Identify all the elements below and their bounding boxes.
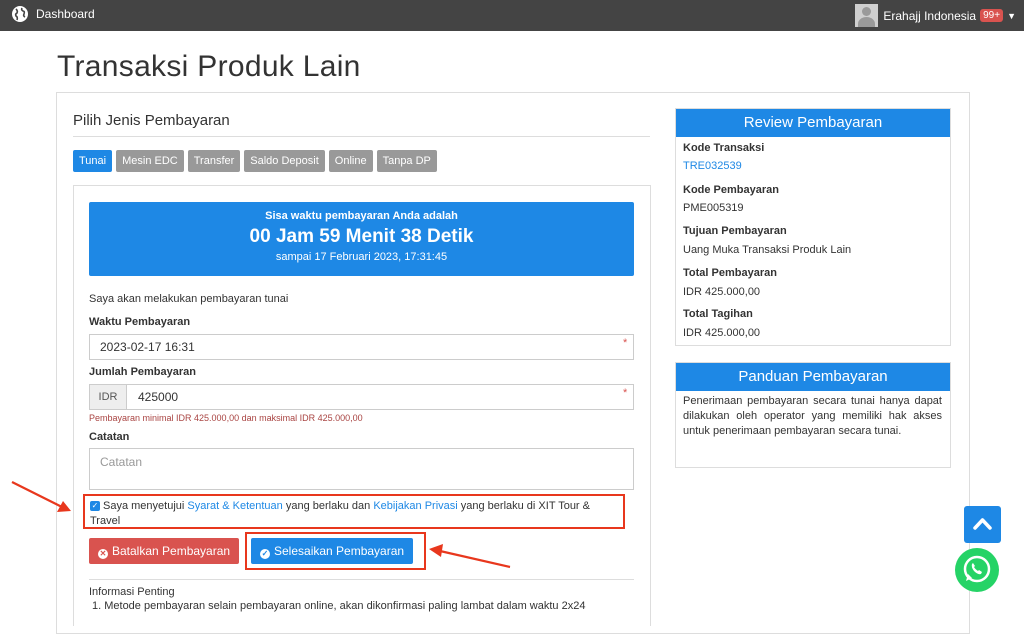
catatan-textarea[interactable]: Catatan xyxy=(89,448,634,490)
top-navbar: Dashboard Erahajj Indonesia 99+ ▼ xyxy=(0,0,1024,31)
tab-tanpa-dp[interactable]: Tanpa DP xyxy=(376,150,437,172)
notification-badge: 99+ xyxy=(980,9,1004,22)
check-circle-icon: ✓ xyxy=(260,549,270,559)
annotation-arrow-left xyxy=(11,481,71,512)
dashboard-label: Dashboard xyxy=(36,7,95,21)
tab-mesin-edc[interactable]: Mesin EDC xyxy=(116,150,184,172)
section-title: Pilih Jenis Pembayaran xyxy=(73,112,230,129)
waktu-pembayaran-input[interactable]: 2023-02-17 16:31 xyxy=(89,334,634,360)
catatan-label: Catatan xyxy=(89,431,130,443)
jumlah-label: Jumlah Pembayaran xyxy=(89,366,196,378)
agreement-checkbox[interactable]: ✓ xyxy=(90,501,100,512)
jumlah-value: 425000 xyxy=(138,390,179,404)
review-title: Review Pembayaran xyxy=(676,109,950,137)
caret-down-icon: ▼ xyxy=(1007,10,1016,21)
chevron-up-icon xyxy=(973,518,992,530)
required-marker: * xyxy=(623,387,628,399)
catatan-placeholder: Catatan xyxy=(100,455,143,469)
waktu-value: 2023-02-17 16:31 xyxy=(100,340,195,354)
agreement-highlight-box: ✓ Saya menyetujui Syarat & Ketentuan yang… xyxy=(83,494,625,529)
whatsapp-icon xyxy=(963,555,991,583)
cancel-payment-button[interactable]: ✕ Batalkan Pembayaran xyxy=(89,538,240,564)
total-pembayaran-label: Total Pembayaran xyxy=(683,267,777,279)
guide-title: Panduan Pembayaran xyxy=(676,363,950,391)
finish-payment-button[interactable]: ✓ Selesaikan Pembayaran xyxy=(251,538,414,564)
kode-transaksi-label: Kode Transaksi xyxy=(683,142,765,154)
user-name: Erahajj Indonesia xyxy=(883,8,977,23)
kode-pembayaran-value: PME005319 xyxy=(683,202,744,214)
page-title: Transaksi Produk Lain xyxy=(57,50,361,83)
times-circle-icon: ✕ xyxy=(98,549,108,559)
dashboard-link[interactable]: Dashboard xyxy=(11,5,95,23)
total-tagihan-value: IDR 425.000,00 xyxy=(683,327,761,339)
divider xyxy=(73,136,650,137)
guide-text: Penerimaan pembayaran secara tunai hanya… xyxy=(683,395,942,437)
kebijakan-privasi-link[interactable]: Kebijakan Privasi xyxy=(373,500,457,512)
countdown-time: 00 Jam 59 Menit 38 Detik xyxy=(249,226,474,247)
syarat-ketentuan-link[interactable]: Syarat & Ketentuan xyxy=(187,500,282,512)
info-title: Informasi Penting xyxy=(89,586,175,598)
avatar xyxy=(855,4,879,27)
divider xyxy=(89,579,634,580)
jumlah-pembayaran-input[interactable]: IDR 425000 xyxy=(89,384,634,410)
tab-online[interactable]: Online xyxy=(328,150,373,172)
annotation-arrow-right xyxy=(429,544,511,569)
jumlah-help-text: Pembayaran minimal IDR 425.000,00 dan ma… xyxy=(89,413,363,423)
tujuan-value: Uang Muka Transaksi Produk Lain xyxy=(683,244,852,256)
agreement-text: ✓ Saya menyetujui Syarat & Ketentuan yang… xyxy=(90,499,620,529)
waktu-label: Waktu Pembayaran xyxy=(89,316,191,328)
info-item: 1. Metode pembayaran selain pembayaran o… xyxy=(92,600,586,612)
agree-text-2: yang berlaku dan xyxy=(285,500,371,512)
tujuan-label: Tujuan Pembayaran xyxy=(683,225,787,237)
payment-intro: Saya akan melakukan pembayaran tunai xyxy=(89,293,289,305)
globe-icon xyxy=(12,6,28,22)
user-menu[interactable]: Erahajj Indonesia 99+ ▼ xyxy=(855,4,1016,27)
payment-type-tabs: Tunai Mesin EDC Transfer Saldo Deposit O… xyxy=(73,150,441,172)
currency-addon: IDR xyxy=(90,385,127,409)
cancel-label: Batalkan Pembayaran xyxy=(112,544,231,558)
total-pembayaran-value: IDR 425.000,00 xyxy=(683,286,761,298)
tab-transfer[interactable]: Transfer xyxy=(187,150,241,172)
total-tagihan-label: Total Tagihan xyxy=(683,308,753,320)
tab-saldo-deposit[interactable]: Saldo Deposit xyxy=(244,150,325,172)
agree-text-1: Saya menyetujui xyxy=(103,500,185,512)
countdown-banner: Sisa waktu pembayaran Anda adalah 00 Jam… xyxy=(89,202,634,276)
tab-tunai[interactable]: Tunai xyxy=(73,150,113,172)
required-marker: * xyxy=(623,337,628,349)
whatsapp-button[interactable] xyxy=(955,548,999,592)
countdown-deadline: sampai 17 Februari 2023, 17:31:45 xyxy=(275,251,448,263)
kode-transaksi-link[interactable]: TRE032539 xyxy=(683,160,742,172)
scroll-to-top-button[interactable] xyxy=(964,506,1001,543)
finish-label: Selesaikan Pembayaran xyxy=(274,544,405,558)
countdown-caption: Sisa waktu pembayaran Anda adalah xyxy=(265,210,458,222)
kode-pembayaran-label: Kode Pembayaran xyxy=(683,184,779,196)
